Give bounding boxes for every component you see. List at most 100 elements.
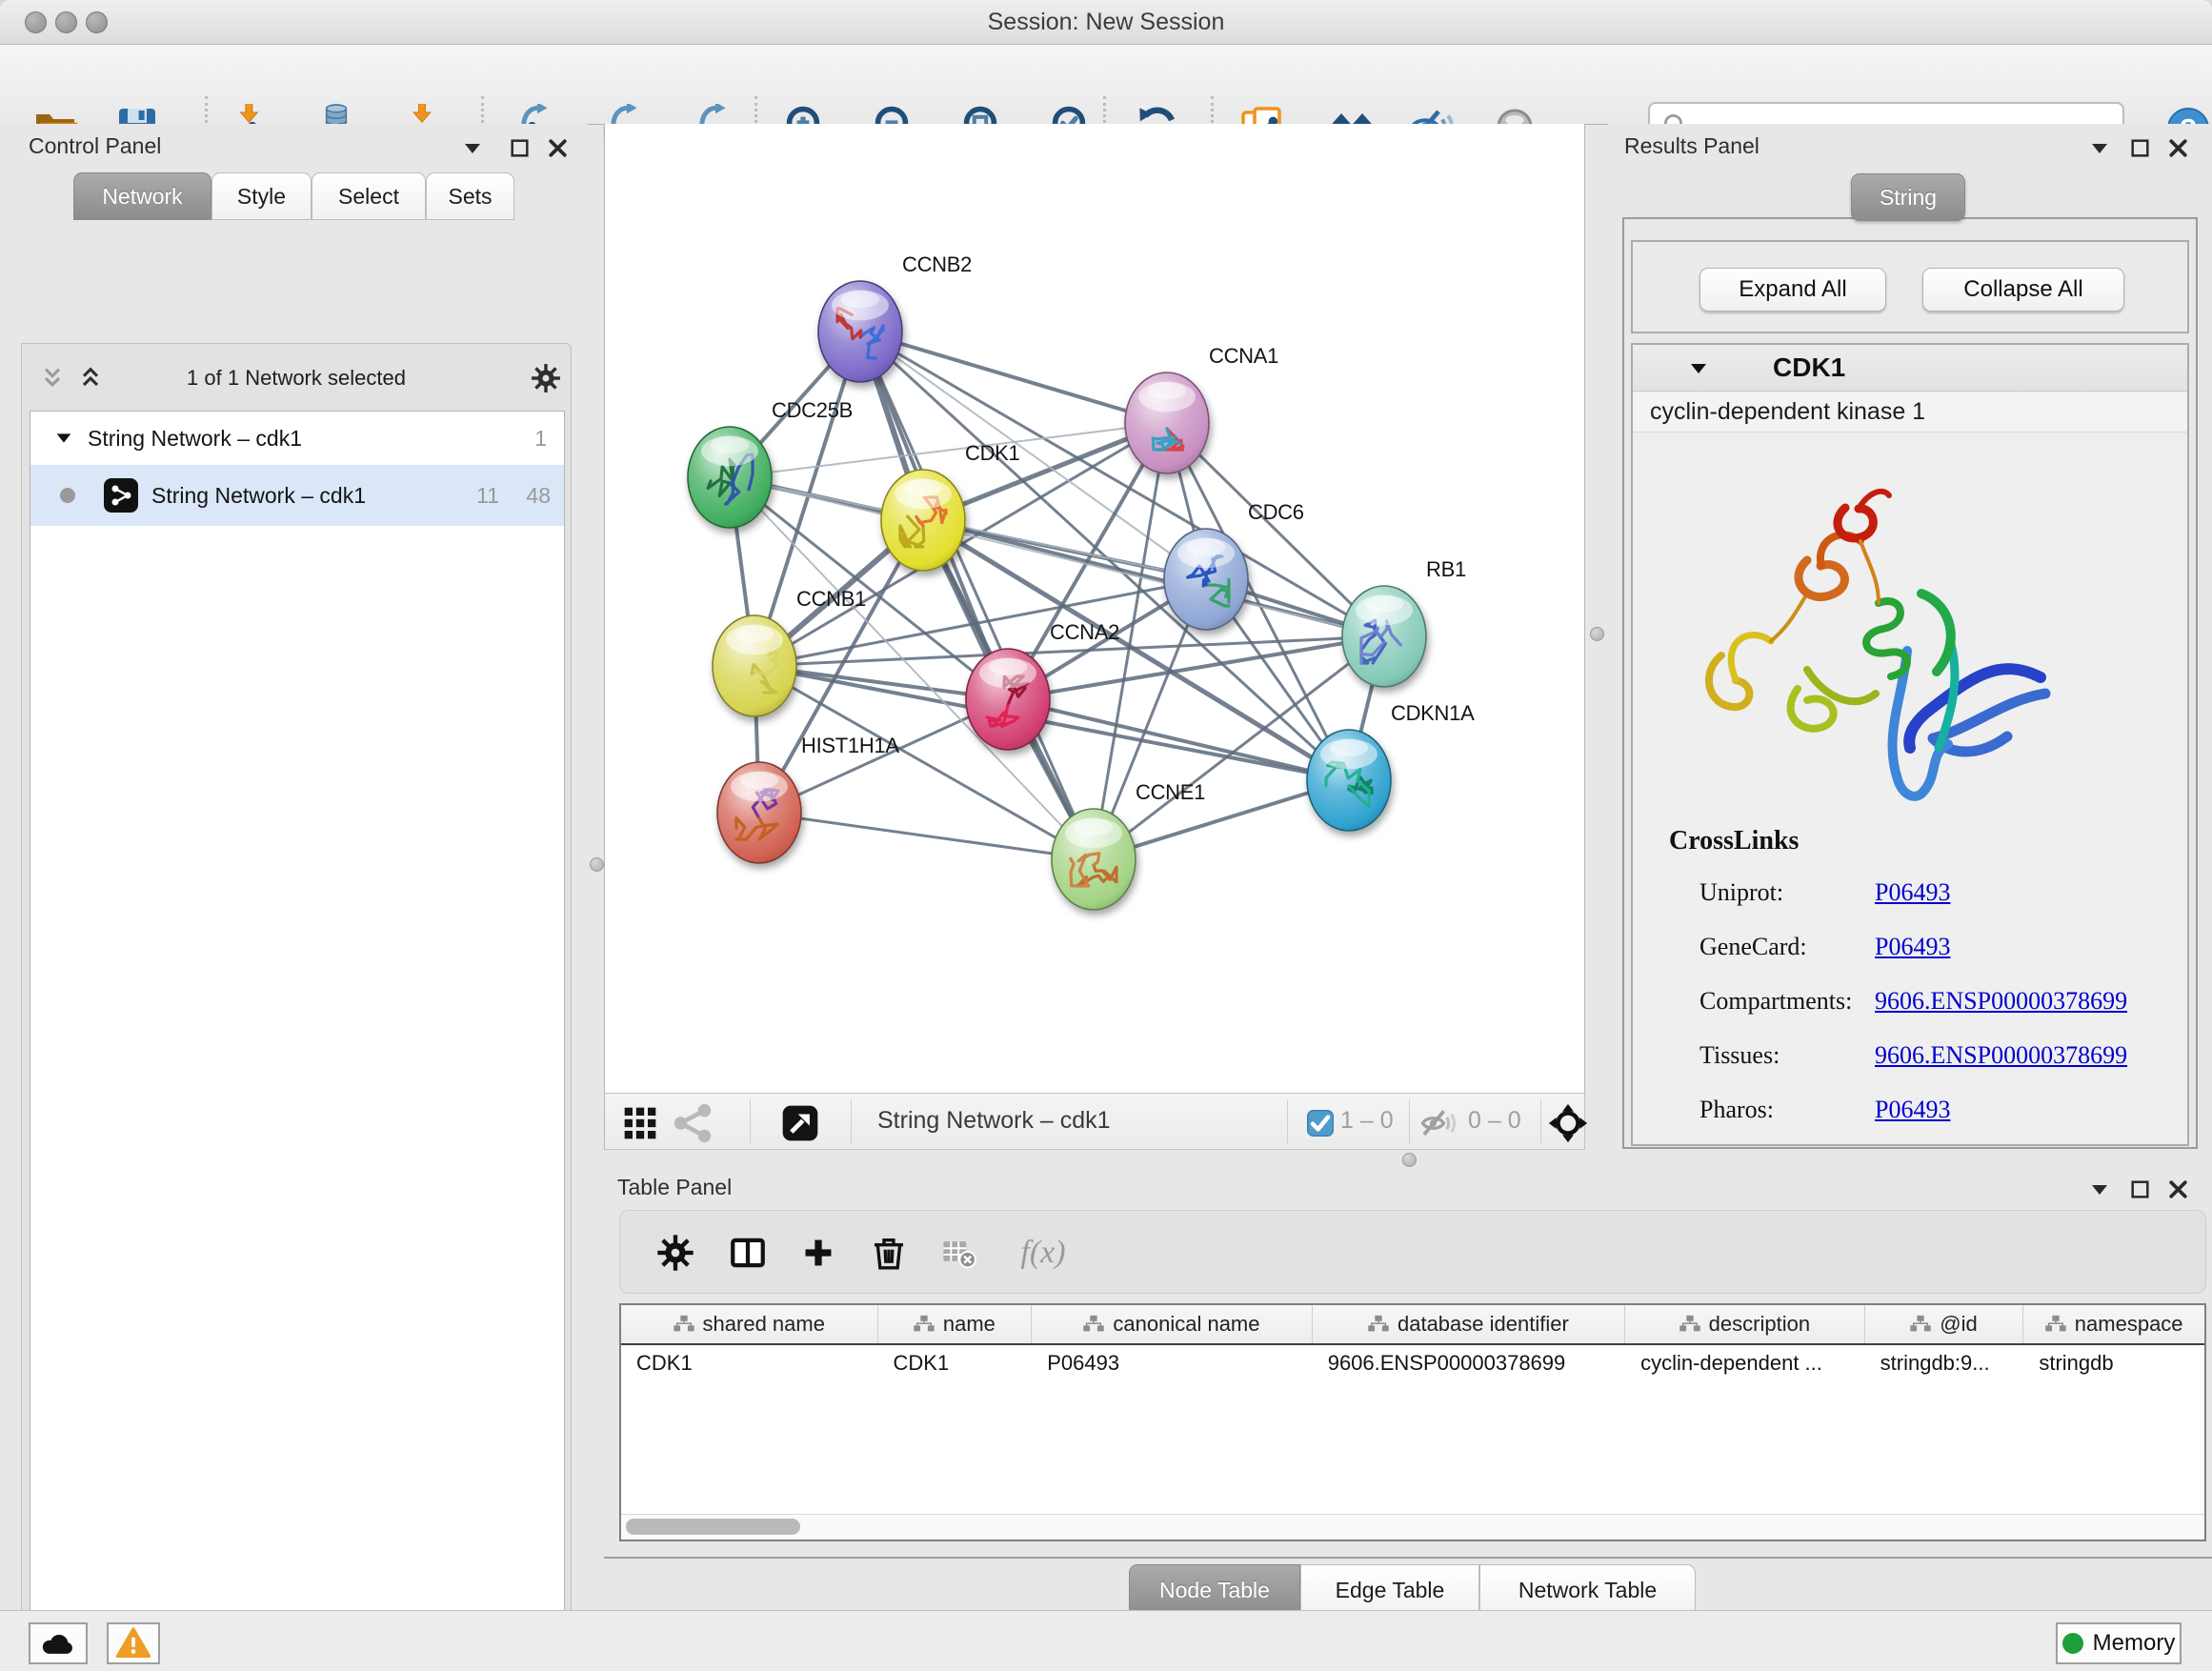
float-panel-icon[interactable] [2128,1178,2152,1201]
node-CDK1[interactable] [881,470,965,571]
scrollbar-thumb[interactable] [626,1519,800,1535]
splitter-handle[interactable] [1590,627,1604,641]
column-header-id[interactable]: @id [1865,1305,2024,1343]
network-tab-content: 1 of 1 Network selected String Network –… [21,343,572,1671]
tree-expander-icon[interactable] [53,428,74,449]
node-CCNB1[interactable] [713,615,796,716]
node-CCNA2[interactable] [966,649,1050,750]
column-header-database-identifier[interactable]: database identifier [1313,1305,1625,1343]
delete-column-button[interactable] [866,1230,912,1276]
node-label-CDKN1A: CDKN1A [1391,701,1475,725]
crosslink-link[interactable]: 9606.ENSP00000378699 [1875,1041,2127,1070]
tab-edge-table[interactable]: Edge Table [1300,1564,1479,1617]
right-splitter[interactable] [1585,124,1608,1150]
expand-all-button[interactable]: Expand All [1699,268,1886,312]
window-statusbar: Memory [0,1610,2212,1671]
crosslink-link[interactable]: P06493 [1875,933,1950,961]
tab-style[interactable]: Style [211,172,312,220]
column-header-namespace[interactable]: namespace [2023,1305,2204,1343]
network-type-button[interactable] [672,1101,715,1145]
network-row[interactable]: String Network – cdk1 11 48 [30,465,564,526]
tab-string[interactable]: String [1851,173,1965,221]
crosslink-link[interactable]: P06493 [1875,1096,1950,1124]
warning-icon [115,1625,151,1661]
results-panel-title: Results Panel [1624,133,1760,159]
horizontal-scrollbar[interactable] [621,1514,2204,1540]
gene-section-header[interactable]: CDK1 [1633,345,2187,392]
column-header-canonical-name[interactable]: canonical name [1032,1305,1312,1343]
memory-button[interactable]: Memory [2056,1622,2182,1664]
function-builder-button-disabled[interactable]: f(x) [1005,1230,1081,1276]
close-panel-icon[interactable] [2166,1178,2190,1201]
pan-tool-button[interactable] [1546,1101,1590,1145]
crosslink-row: Compartments: [1699,987,1852,1016]
protein-network-graph[interactable]: CCNB2CCNA1CDC25BCDK1CDC6RB1CCNB1CCNA2CDK… [605,124,1584,1091]
network-collection-label: String Network – cdk1 [88,426,302,452]
create-column-button[interactable] [795,1230,841,1276]
node-RB1[interactable] [1342,586,1426,687]
node-CDC6[interactable] [1164,529,1248,630]
hidden-items-button[interactable] [1417,1101,1460,1145]
network-collection-row[interactable]: String Network – cdk1 1 [30,412,564,465]
protein-structure-image [1664,451,2064,832]
node-CCNA1[interactable] [1125,372,1209,473]
column-header-description[interactable]: description [1625,1305,1865,1343]
table-row[interactable]: CDK1 CDK1 P06493 9606.ENSP00000378699 cy… [621,1345,2204,1381]
node-count: 11 [476,483,499,509]
collapse-panel-icon[interactable] [461,137,484,160]
collapse-all-button[interactable]: Collapse All [1922,268,2124,312]
column-type-icon [1083,1314,1104,1335]
node-CCNB2[interactable] [818,281,902,382]
close-panel-icon[interactable] [546,136,570,160]
crosslink-link[interactable]: 9606.ENSP00000378699 [1875,987,2127,1016]
edge-CCNB2-CCNE1[interactable] [860,332,1094,859]
node-label-CCNA1: CCNA1 [1209,344,1278,368]
float-panel-icon[interactable] [508,136,532,160]
show-grid-button[interactable] [618,1101,662,1145]
statusbar-separator [1540,1099,1541,1143]
show-columns-button[interactable] [725,1230,771,1276]
node-CDKN1A[interactable] [1307,730,1391,831]
table-delete-icon [941,1235,977,1271]
network-options-gear-icon[interactable] [531,363,561,393]
table-options-button[interactable] [653,1230,698,1276]
main-toolbar [0,45,2212,125]
cell-canonical-name: P06493 [1032,1351,1312,1376]
network-view-canvas[interactable]: CCNB2CCNA1CDC25BCDK1CDC6RB1CCNB1CCNA2CDK… [604,124,1585,1093]
close-panel-icon[interactable] [2166,136,2190,160]
crosslink-link[interactable]: P06493 [1875,878,1950,907]
birdseye-view-button[interactable] [778,1101,822,1145]
tab-select[interactable]: Select [312,172,426,220]
memory-status-dot [2062,1633,2083,1654]
node-CDC25B[interactable] [688,427,772,528]
cloud-status-button[interactable] [29,1622,88,1664]
selected-items-checkbox[interactable] [1298,1101,1342,1145]
splitter-handle[interactable] [590,857,604,872]
float-panel-icon[interactable] [2128,136,2152,160]
column-header-name[interactable]: name [878,1305,1033,1343]
edge-CCNB2-CCNA1[interactable] [860,332,1167,423]
tab-network-table[interactable]: Network Table [1479,1564,1696,1617]
node-HIST1H1A[interactable] [717,762,801,863]
control-panel-title: Control Panel [29,133,161,159]
tab-sets[interactable]: Sets [426,172,514,220]
edge-count: 48 [526,483,551,509]
collection-count: 1 [534,426,547,452]
tab-node-table[interactable]: Node Table [1129,1564,1300,1617]
section-expander-icon[interactable] [1687,357,1710,380]
tab-network[interactable]: Network [73,172,211,220]
table-header-row: shared name name canonical name database… [621,1305,2204,1345]
delete-table-button-disabled[interactable] [936,1230,982,1276]
left-splitter[interactable] [588,124,604,1610]
edge-CCNB1-CCNB2[interactable] [754,332,860,666]
warnings-button[interactable] [107,1622,160,1664]
plus-icon [800,1235,836,1271]
node-label-RB1: RB1 [1426,557,1466,581]
edge-CCNA2-CDKN1A[interactable] [1008,699,1349,780]
column-header-shared-name[interactable]: shared name [621,1305,878,1343]
edge-CCNE1-HIST1H1A[interactable] [759,813,1094,859]
collapse-panel-icon[interactable] [2088,137,2111,160]
node-CCNE1[interactable] [1052,809,1136,910]
collapse-panel-icon[interactable] [2088,1178,2111,1201]
splitter-handle[interactable] [1402,1153,1417,1167]
